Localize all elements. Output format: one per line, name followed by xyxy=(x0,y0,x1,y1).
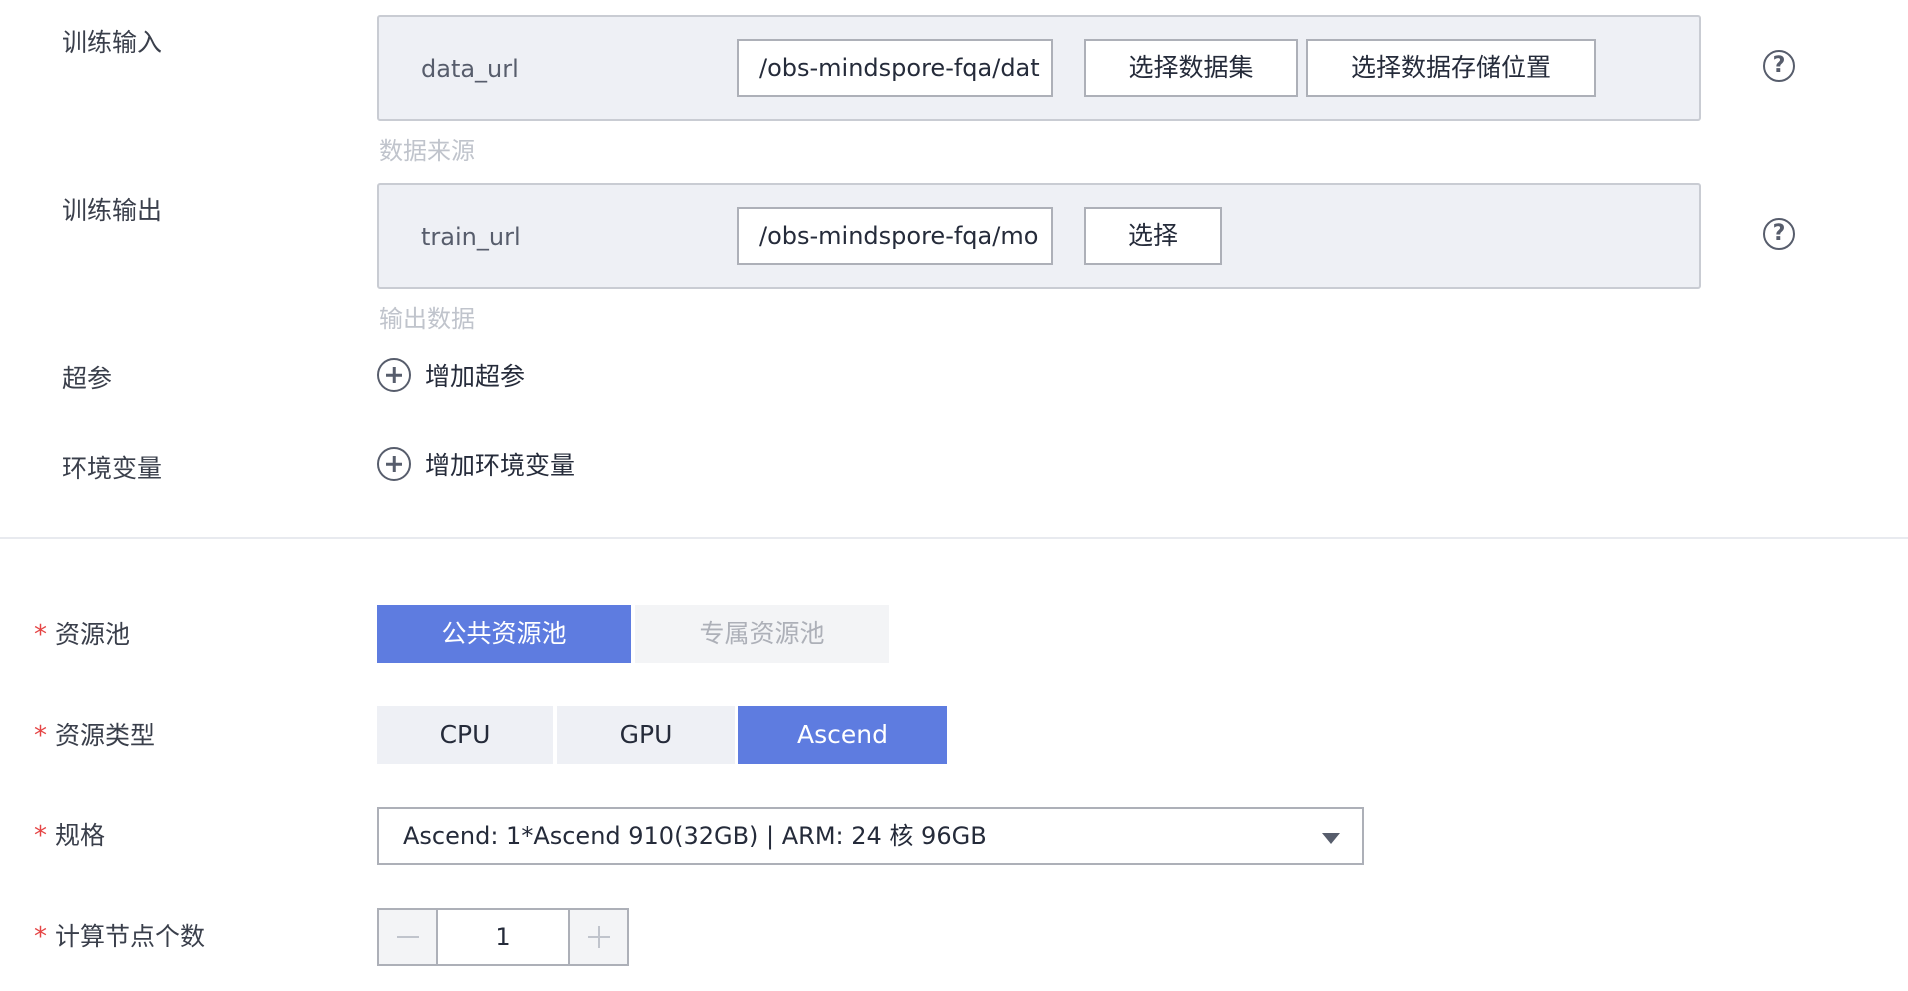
section-divider xyxy=(0,537,1908,539)
training-output-hint: 输出数据 xyxy=(379,305,475,333)
training-input-help-icon[interactable]: ? xyxy=(1763,50,1795,82)
node-count-value[interactable]: 1 xyxy=(438,910,568,964)
select-dataset-button[interactable]: 选择数据集 xyxy=(1084,39,1298,97)
training-output-label: 训练输出 xyxy=(62,196,163,225)
training-output-help-icon[interactable]: ? xyxy=(1763,218,1795,250)
resource-pool-label: * 资源池 xyxy=(34,620,130,650)
required-asterisk: * xyxy=(34,922,47,952)
training-input-label: 训练输入 xyxy=(62,28,163,57)
resource-pool-label-text: 资源池 xyxy=(55,620,131,649)
env-vars-label: 环境变量 xyxy=(62,454,163,483)
plus-circle-icon xyxy=(377,358,411,392)
node-count-stepper[interactable]: 1 xyxy=(377,908,629,966)
node-count-label: * 计算节点个数 xyxy=(34,922,205,952)
plus-circle-icon xyxy=(377,447,411,481)
hyperparams-label: 超参 xyxy=(62,364,113,393)
decrement-button[interactable] xyxy=(379,910,438,964)
resource-pool-dedicated-option[interactable]: 专属资源池 xyxy=(635,605,889,663)
spec-select[interactable]: Ascend: 1*Ascend 910(32GB) | ARM: 24 核 9… xyxy=(377,807,1364,865)
add-env-var-button[interactable]: 增加环境变量 xyxy=(377,446,575,482)
add-hyperparam-label: 增加超参 xyxy=(425,362,526,391)
train-url-param-name: train_url xyxy=(421,223,521,251)
spec-label-text: 规格 xyxy=(55,821,106,850)
resource-type-gpu-option[interactable]: GPU xyxy=(557,706,735,764)
minus-icon xyxy=(396,936,419,938)
data-url-path-input[interactable]: /obs-mindspore-fqa/dat xyxy=(737,39,1053,97)
spec-select-value: Ascend: 1*Ascend 910(32GB) | ARM: 24 核 9… xyxy=(403,822,987,850)
training-input-hint: 数据来源 xyxy=(379,137,475,165)
add-hyperparam-button[interactable]: 增加超参 xyxy=(377,357,525,393)
resource-type-label: * 资源类型 xyxy=(34,721,155,751)
increment-button[interactable] xyxy=(568,910,627,964)
resource-type-label-text: 资源类型 xyxy=(55,721,156,750)
required-asterisk: * xyxy=(34,821,47,851)
node-count-label-text: 计算节点个数 xyxy=(55,922,206,951)
chevron-down-icon xyxy=(1322,833,1340,844)
resource-pool-public-option[interactable]: 公共资源池 xyxy=(377,605,631,663)
select-output-button[interactable]: 选择 xyxy=(1084,207,1222,265)
spec-label: * 规格 xyxy=(34,821,105,851)
data-url-param-name: data_url xyxy=(421,55,519,83)
train-url-path-input[interactable]: /obs-mindspore-fqa/mo xyxy=(737,207,1053,265)
add-env-var-label: 增加环境变量 xyxy=(425,451,576,480)
required-asterisk: * xyxy=(34,721,47,751)
training-input-panel: data_url /obs-mindspore-fqa/dat 选择数据集 选择… xyxy=(377,15,1701,121)
training-output-panel: train_url /obs-mindspore-fqa/mo 选择 xyxy=(377,183,1701,289)
plus-icon xyxy=(597,926,600,948)
required-asterisk: * xyxy=(34,620,47,650)
select-storage-location-button[interactable]: 选择数据存储位置 xyxy=(1306,39,1596,97)
resource-type-ascend-option[interactable]: Ascend xyxy=(738,706,947,764)
resource-type-cpu-option[interactable]: CPU xyxy=(377,706,553,764)
